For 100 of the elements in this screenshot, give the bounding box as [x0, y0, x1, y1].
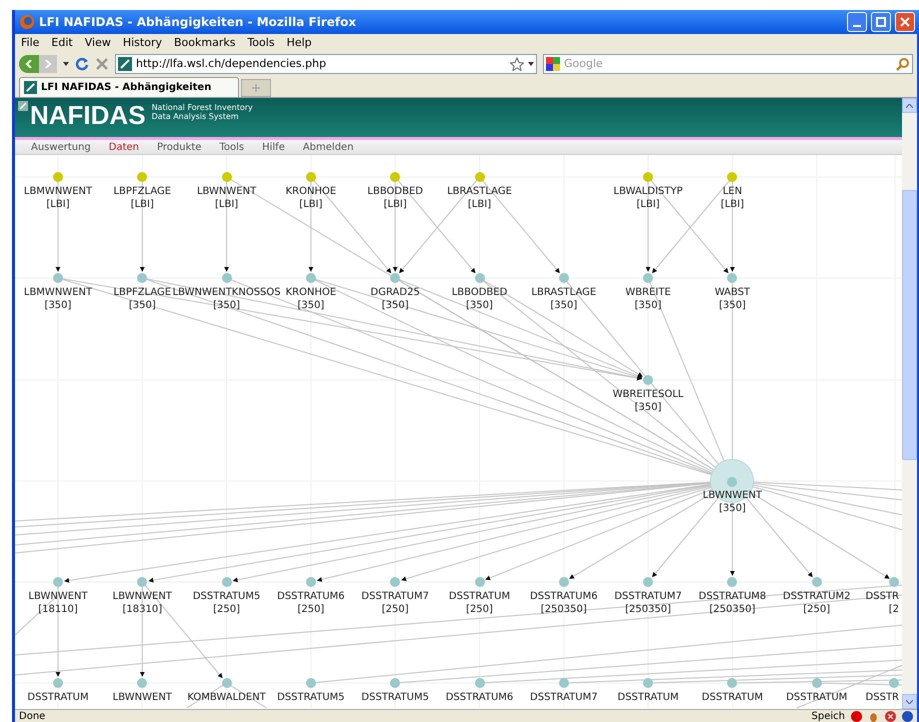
node-label: WABST: [714, 286, 750, 299]
logo-icon: [18, 101, 28, 111]
node-label: DSSTR: [866, 691, 899, 704]
site-nav-item[interactable]: Daten: [108, 140, 140, 154]
node-label: LBWNWENTKNOSSOS: [172, 286, 281, 299]
minimize-button[interactable]: [847, 12, 867, 32]
node-label: LBWALDISTYP: [614, 185, 683, 198]
node-tag: [250]: [213, 603, 240, 616]
node-label: LBRASTLAGE: [531, 286, 596, 299]
node-tag: [LBI]: [636, 198, 660, 211]
dropdown-caret-icon[interactable]: [63, 62, 69, 66]
node-tag: [LBI]: [130, 198, 154, 211]
node-tag: [250]: [803, 603, 830, 616]
new-tab-button[interactable]: [241, 79, 271, 97]
node-label: DSSTRATUM6: [530, 590, 598, 603]
node-tag: [350]: [297, 299, 324, 312]
browser-tab[interactable]: LFI NAFIDAS - Abhängigkeiten: [19, 77, 239, 97]
node-tag: [250]: [382, 603, 409, 616]
search-input[interactable]: Google: [564, 56, 892, 72]
reload-icon[interactable]: [75, 57, 89, 71]
node-label: DSSTRATUM: [786, 691, 848, 704]
node-tag: [250350]: [625, 603, 672, 616]
down-icon: [906, 700, 913, 704]
node-label: DSSTRATUM2: [782, 590, 850, 603]
node-label: LBBODBED: [452, 286, 508, 299]
node-label: DSSTRATUM7: [614, 590, 682, 603]
site-nav-item[interactable]: Abmelden: [302, 140, 354, 154]
node-tag: [LBI]: [384, 198, 407, 211]
close-button[interactable]: [895, 12, 915, 32]
node-tag: [350]: [718, 299, 746, 312]
menu-item[interactable]: Help: [286, 34, 312, 52]
url-text: http://lfa.wsl.ch/dependencies.php: [136, 56, 328, 72]
node-label: LBBODBED: [367, 185, 423, 198]
menu-item[interactable]: Bookmarks: [174, 34, 236, 52]
site-nav-item[interactable]: Auswertung: [31, 140, 91, 154]
menu-item[interactable]: Tools: [247, 34, 275, 52]
menu-item[interactable]: History: [122, 34, 162, 52]
search-field[interactable]: Google: [543, 54, 913, 74]
plus-icon: [252, 84, 260, 92]
node-label: DSSTRATUM7: [361, 590, 429, 603]
node-label: LBRASTLAGE: [447, 185, 512, 198]
node-tag: [LBI]: [299, 198, 322, 211]
node-tag: [350]: [128, 299, 156, 312]
caret-icon[interactable]: [528, 62, 534, 66]
scroll-down-button[interactable]: [902, 694, 917, 709]
menu-item[interactable]: Edit: [51, 34, 73, 52]
close-icon: [900, 17, 910, 27]
node-tag: [2: [888, 603, 899, 616]
scrollbar[interactable]: [902, 98, 917, 709]
site-nav-item[interactable]: Tools: [219, 140, 244, 154]
maximize-button[interactable]: [871, 12, 891, 32]
site-nav-item[interactable]: Produkte: [157, 140, 202, 154]
node-label: LBWNWENT: [196, 185, 256, 198]
node-tag: [250]: [297, 603, 324, 616]
node-tag: [350]: [213, 299, 240, 312]
node-label: DSSTRATUM: [618, 691, 679, 704]
back-button[interactable]: [19, 55, 39, 73]
node-label: DSSTRATUM: [27, 691, 89, 704]
node-tag: [350]: [466, 299, 493, 312]
status-indicator: Speich: [812, 710, 845, 722]
site-logo: NAFIDAS: [30, 101, 146, 129]
back-icon: [25, 60, 33, 68]
node-label: DGRAD25: [370, 286, 420, 299]
node-label: DSSTRATUM8: [698, 590, 766, 603]
node-label: DSSTRATUM5: [277, 691, 345, 704]
status-text: Done: [19, 710, 46, 722]
close-icon[interactable]: [885, 710, 896, 722]
node-label: LBWNWENT: [112, 691, 172, 704]
node-tag: [250350]: [709, 603, 756, 616]
site-icon: [118, 57, 132, 71]
node-label: KOMBWALDENT: [187, 691, 266, 704]
node-label: LBPFZLAGE: [113, 185, 172, 198]
url-field[interactable]: http://lfa.wsl.ch/dependencies.php: [115, 54, 537, 74]
search-icon[interactable]: [896, 57, 910, 71]
scroll-up-button[interactable]: [902, 98, 917, 113]
site-subtitle: National Forest Inventory: [152, 103, 253, 112]
forward-button[interactable]: [39, 55, 57, 73]
star-icon[interactable]: [510, 57, 524, 71]
node-label: LBPFZLAGE: [113, 286, 172, 299]
menu-item[interactable]: View: [84, 34, 111, 52]
node-label: DSSTRATUM: [702, 691, 763, 704]
node-tag: [350]: [44, 299, 72, 312]
site-nav-item[interactable]: Hilfe: [262, 140, 285, 154]
window-title: LFI NAFIDAS - Abhängigkeiten - Mozilla Firefox: [39, 14, 358, 31]
node-tag: [LBI]: [215, 198, 238, 211]
node-label: WBREITE: [625, 286, 671, 299]
node-label: LBMWNWENT: [24, 185, 92, 198]
node-label: DSSTRATUM5: [361, 691, 429, 704]
node-tag: [18310]: [122, 603, 162, 616]
node-tag: [350]: [382, 299, 409, 312]
node-label: DSSTRATUM5: [192, 590, 260, 603]
node-label: KRONHOE: [286, 286, 336, 299]
stop-icon[interactable]: [95, 57, 109, 71]
scroll-thumb[interactable]: [902, 190, 917, 460]
node-label: LBWNWENT: [28, 590, 88, 603]
node-label: LBMWNWENT: [24, 286, 92, 299]
node-tag: [350]: [718, 502, 746, 515]
menu-item[interactable]: File: [21, 34, 40, 52]
node-tag: [350]: [634, 299, 662, 312]
minimize-icon: [853, 25, 861, 27]
